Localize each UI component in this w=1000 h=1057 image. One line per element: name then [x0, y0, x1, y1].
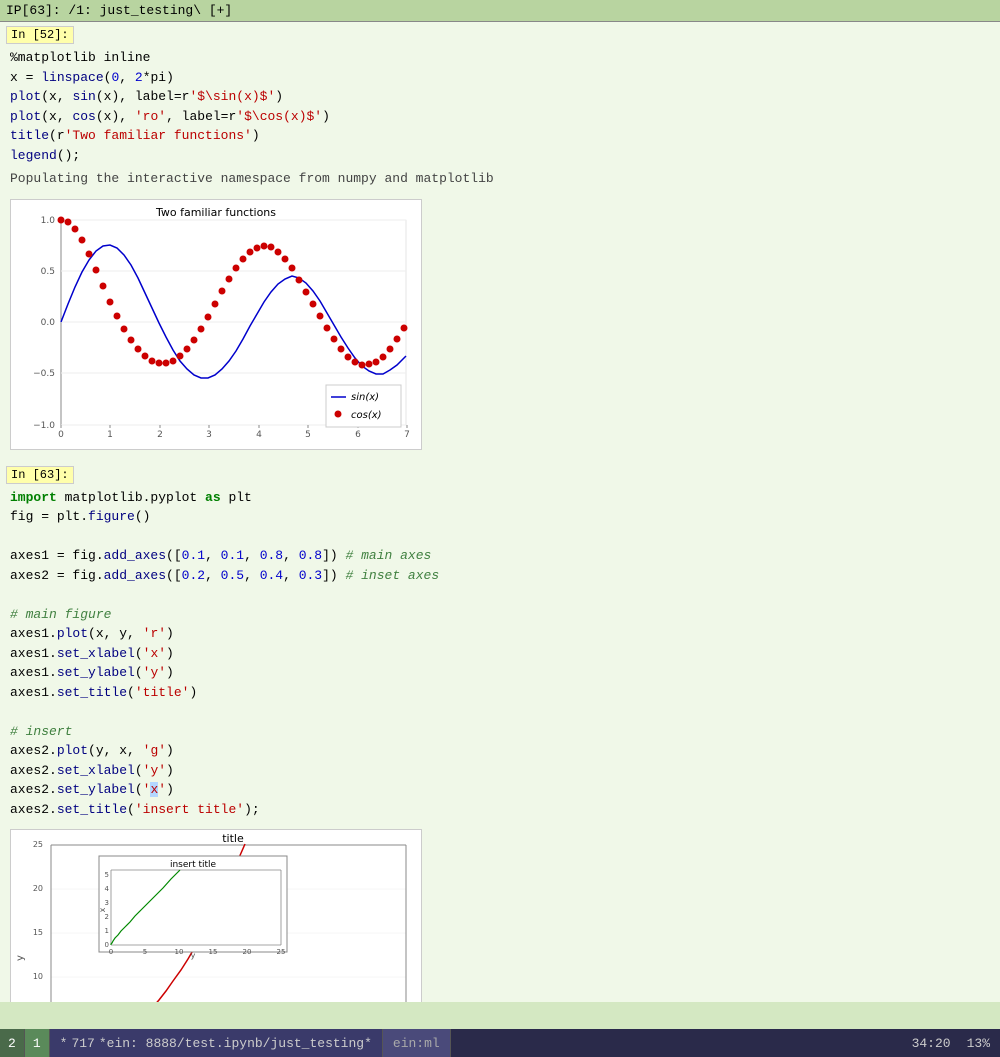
svg-text:7: 7: [404, 430, 410, 440]
svg-text:y: y: [191, 951, 196, 960]
cell-label-52[interactable]: In [52]:: [6, 26, 74, 44]
status-position: 34:20: [912, 1036, 951, 1051]
svg-text:6: 6: [355, 430, 361, 440]
svg-text:20: 20: [33, 884, 43, 893]
svg-text:5: 5: [105, 871, 109, 879]
svg-text:x: x: [98, 907, 107, 912]
svg-text:−1.0: −1.0: [33, 421, 55, 431]
svg-text:15: 15: [33, 928, 43, 937]
plot1-svg: Two familiar functions 1.0 0.5 0: [11, 200, 421, 445]
svg-text:5: 5: [143, 948, 147, 956]
svg-text:2: 2: [157, 430, 163, 440]
plot2-container: title y x 0 5 10: [10, 829, 422, 1002]
svg-text:Two familiar functions: Two familiar functions: [155, 206, 276, 219]
svg-text:cos(x): cos(x): [351, 410, 382, 421]
svg-text:1.0: 1.0: [41, 216, 56, 226]
plot2-svg: title y x 0 5 10: [11, 830, 421, 1002]
cell-label-63[interactable]: In [63]:: [6, 466, 74, 484]
svg-text:insert title: insert title: [170, 860, 217, 870]
status-mode: ein:ml: [383, 1029, 451, 1057]
cell-52: In [52]: %matplotlib inline x = linspace…: [0, 22, 1000, 462]
cell-output-52: Populating the interactive namespace fro…: [0, 167, 1000, 191]
svg-text:0: 0: [58, 430, 64, 440]
title-text: IP[63]: /1: just_testing\ [+]: [6, 3, 232, 18]
status-right: 34:20 13%: [912, 1036, 1000, 1051]
svg-text:5: 5: [305, 430, 311, 440]
svg-text:1: 1: [107, 430, 113, 440]
svg-text:−0.5: −0.5: [33, 369, 55, 379]
svg-text:0.5: 0.5: [41, 267, 55, 277]
plot1-container: Two familiar functions 1.0 0.5 0: [10, 199, 422, 450]
notebook[interactable]: In [52]: %matplotlib inline x = linspace…: [0, 22, 1000, 1002]
svg-text:10: 10: [33, 972, 43, 981]
svg-text:25: 25: [33, 840, 43, 849]
title-bar: IP[63]: /1: just_testing\ [+]: [0, 0, 1000, 22]
svg-text:3: 3: [206, 430, 212, 440]
svg-text:4: 4: [256, 430, 262, 440]
svg-text:3: 3: [105, 899, 109, 907]
status-percent: 13%: [967, 1036, 990, 1051]
svg-text:25: 25: [277, 948, 286, 956]
svg-text:0.0: 0.0: [41, 318, 56, 328]
status-num2[interactable]: 1: [25, 1029, 50, 1057]
cell-code-63[interactable]: import matplotlib.pyplot as plt fig = pl…: [0, 486, 1000, 822]
status-filename: * 717 *ein: 8888/test.ipynb/just_testing…: [50, 1029, 383, 1057]
status-num1[interactable]: 2: [0, 1029, 25, 1057]
cell-code-52[interactable]: %matplotlib inline x = linspace(0, 2*pi)…: [0, 46, 1000, 167]
svg-text:15: 15: [209, 948, 218, 956]
svg-text:10: 10: [175, 948, 184, 956]
svg-text:4: 4: [105, 885, 110, 893]
svg-text:20: 20: [243, 948, 252, 956]
svg-text:1: 1: [105, 927, 109, 935]
svg-text:title: title: [222, 832, 244, 845]
svg-text:0: 0: [109, 948, 113, 956]
svg-text:2: 2: [105, 913, 109, 921]
status-bar: 2 1 * 717 *ein: 8888/test.ipynb/just_tes…: [0, 1029, 1000, 1057]
svg-text:sin(x): sin(x): [351, 392, 379, 403]
status-left: 2 1 * 717 *ein: 8888/test.ipynb/just_tes…: [0, 1029, 451, 1057]
cell-63: In [63]: import matplotlib.pyplot as plt…: [0, 462, 1000, 1003]
svg-text:y: y: [15, 955, 26, 961]
